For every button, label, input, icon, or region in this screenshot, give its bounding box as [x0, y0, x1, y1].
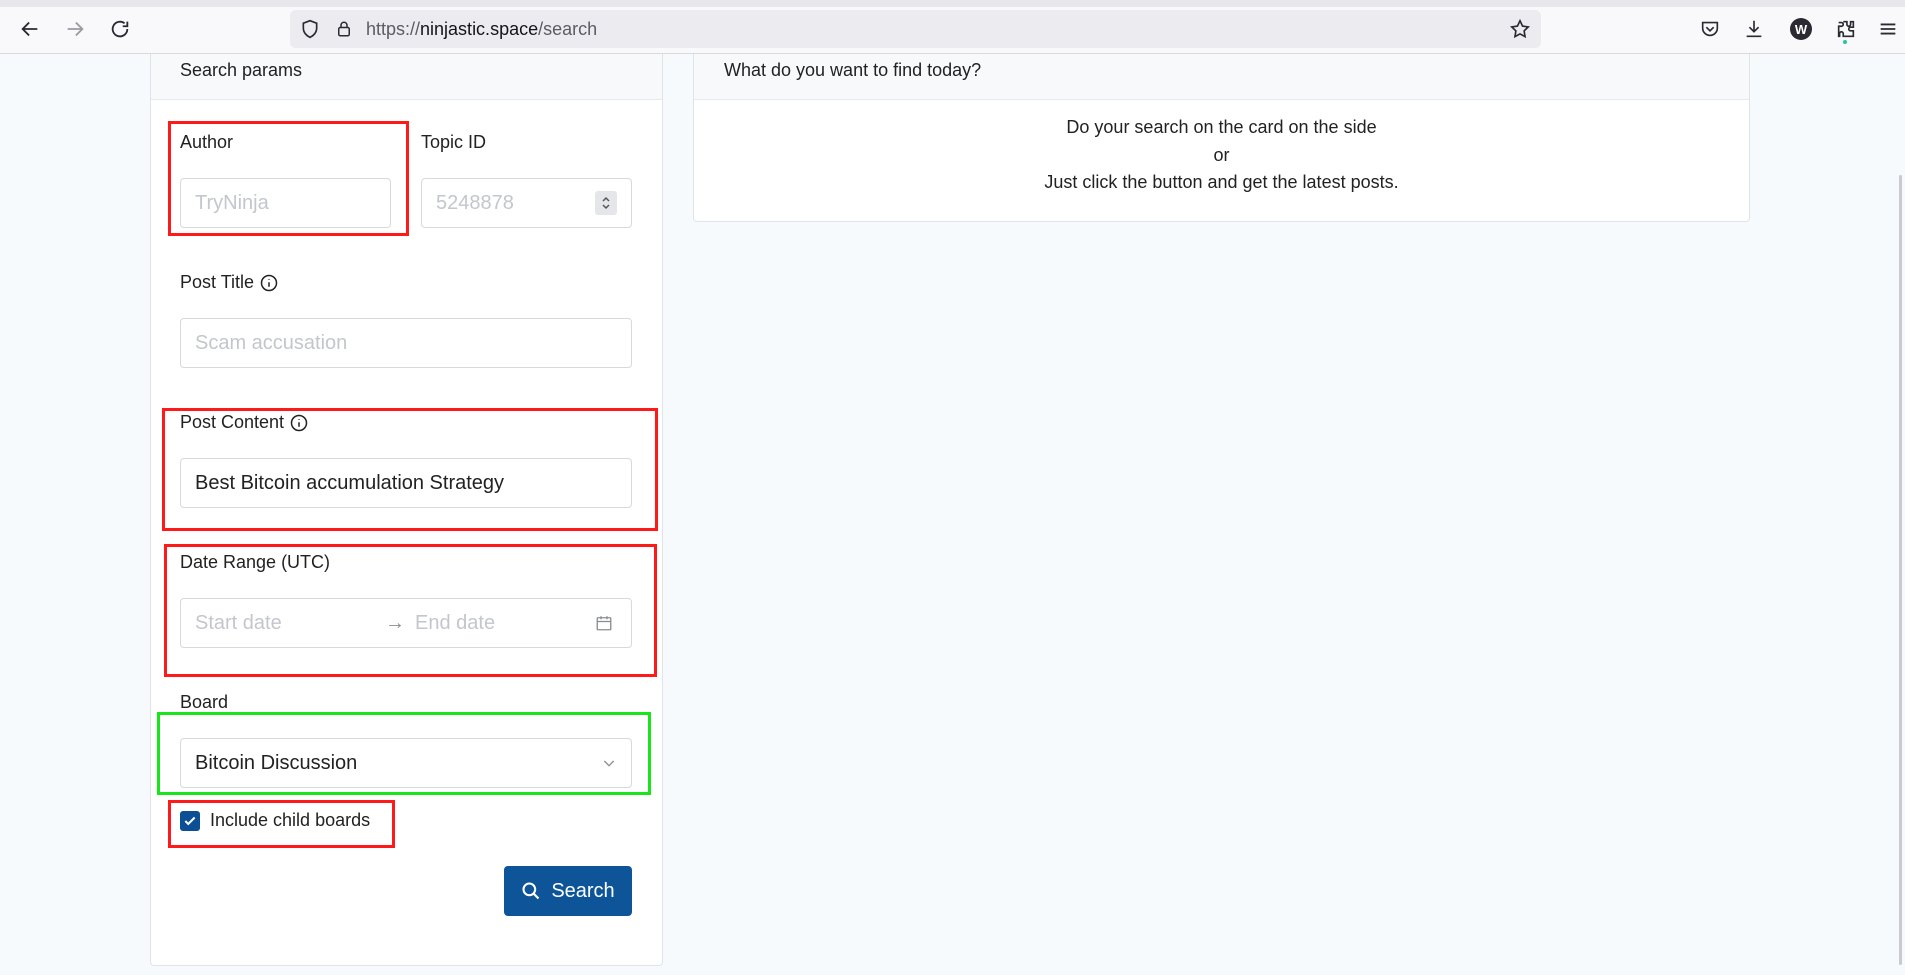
author-label: Author	[180, 132, 234, 152]
tab-strip-edge	[0, 0, 1905, 7]
pocket-icon[interactable]	[1696, 15, 1724, 43]
search-button[interactable]: Search	[504, 866, 632, 916]
board-label: Board	[180, 692, 229, 712]
extensions-icon[interactable]	[1832, 15, 1860, 43]
url-bar[interactable]: https://ninjastic.space/search	[290, 10, 1541, 48]
topic-id-label: Topic ID	[421, 132, 487, 152]
post-content-input[interactable]: Best Bitcoin accumulation Strategy	[180, 458, 632, 508]
post-content-label: Post Content	[180, 412, 308, 433]
info-line-1: Do your search on the card on the side	[1066, 117, 1377, 137]
page-scrollbar[interactable]	[1899, 175, 1902, 965]
info-card: What do you want to find today? Do your …	[693, 54, 1750, 222]
bookmark-star-icon[interactable]	[1509, 18, 1531, 40]
info-line-2: or	[1213, 144, 1230, 165]
include-child-boards-label: Include child boards	[210, 810, 371, 830]
extension-indicator	[1843, 40, 1847, 44]
info-icon[interactable]	[260, 274, 278, 292]
search-button-label: Search	[551, 879, 615, 902]
date-range-picker[interactable]: Start date → End date	[180, 598, 632, 648]
tracking-shield-icon[interactable]	[300, 19, 320, 39]
profile-avatar[interactable]: W	[1790, 18, 1812, 40]
date-range-arrow: →	[385, 611, 405, 634]
post-title-label: Post Title	[180, 272, 278, 293]
info-card-body: Do your search on the card on the side o…	[694, 100, 1749, 197]
forward-icon[interactable]	[61, 15, 89, 43]
info-icon[interactable]	[290, 414, 308, 432]
topic-id-input[interactable]: 5248878	[421, 178, 632, 228]
start-date-input[interactable]: Start date	[195, 612, 385, 635]
url-text[interactable]: https://ninjastic.space/search	[366, 19, 597, 40]
browser-toolbar: https://ninjastic.space/search W	[0, 0, 1905, 54]
info-card-title: What do you want to find today?	[694, 54, 1749, 100]
chevron-down-icon	[603, 760, 615, 767]
end-date-input[interactable]: End date	[415, 612, 595, 635]
calendar-icon[interactable]	[595, 614, 613, 632]
menu-icon[interactable]	[1874, 15, 1902, 43]
lock-icon[interactable]	[335, 19, 353, 39]
date-range-label: Date Range (UTC)	[180, 552, 331, 572]
author-input[interactable]: TryNinja	[180, 178, 391, 228]
checkmark-icon	[184, 816, 196, 825]
search-icon	[522, 882, 540, 900]
include-child-boards[interactable]: Include child boards	[180, 810, 370, 831]
downloads-icon[interactable]	[1740, 15, 1768, 43]
back-icon[interactable]	[16, 15, 44, 43]
board-select[interactable]: Bitcoin Discussion	[180, 738, 632, 788]
search-params-title: Search params	[151, 54, 662, 100]
reload-icon[interactable]	[106, 15, 134, 43]
include-child-boards-checkbox[interactable]	[180, 810, 200, 831]
post-title-input[interactable]: Scam accusation	[180, 318, 632, 368]
info-line-3: Just click the button and get the latest…	[1044, 172, 1399, 192]
number-stepper-icon[interactable]	[595, 191, 617, 215]
